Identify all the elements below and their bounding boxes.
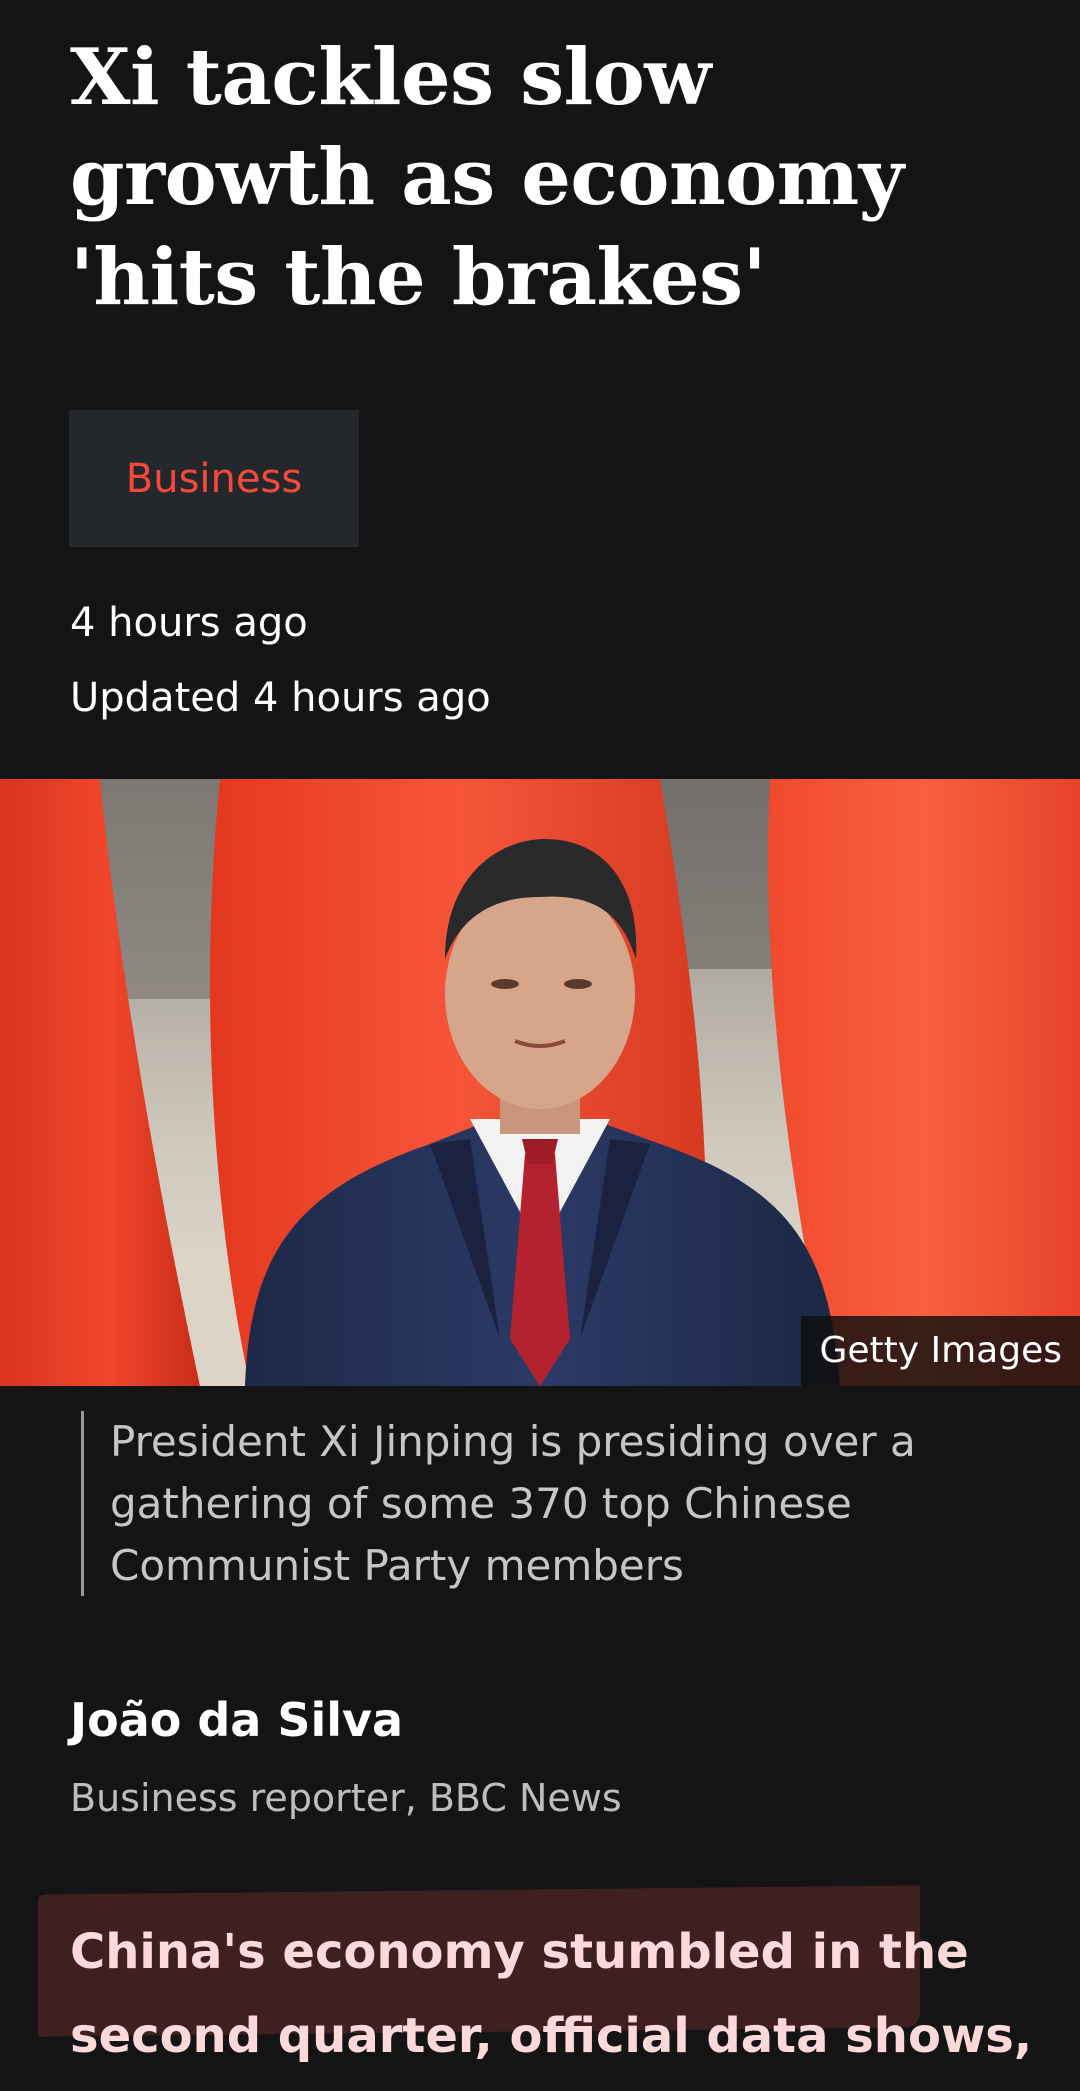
topic-tag-link[interactable]: Business	[69, 410, 359, 547]
hero-image: Getty Images	[0, 779, 1080, 1386]
author-role: Business reporter, BBC News	[70, 1776, 622, 1820]
updated-time: Updated 4 hours ago	[70, 675, 491, 721]
highlighted-text: China's economy stumbled in the second q…	[70, 1924, 1033, 2064]
article-lede: China's economy stumbled in the second q…	[70, 1910, 1050, 2078]
published-time: 4 hours ago	[70, 600, 308, 646]
article-headline: Xi tackles slow growth as economy 'hits …	[70, 32, 904, 323]
hero-photo	[0, 779, 1080, 1386]
caption-text: President Xi Jinping is presiding over a…	[110, 1417, 916, 1590]
image-credit: Getty Images	[801, 1316, 1080, 1386]
author-name: João da Silva	[70, 1693, 404, 1747]
image-caption: President Xi Jinping is presiding over a…	[81, 1411, 1041, 1596]
